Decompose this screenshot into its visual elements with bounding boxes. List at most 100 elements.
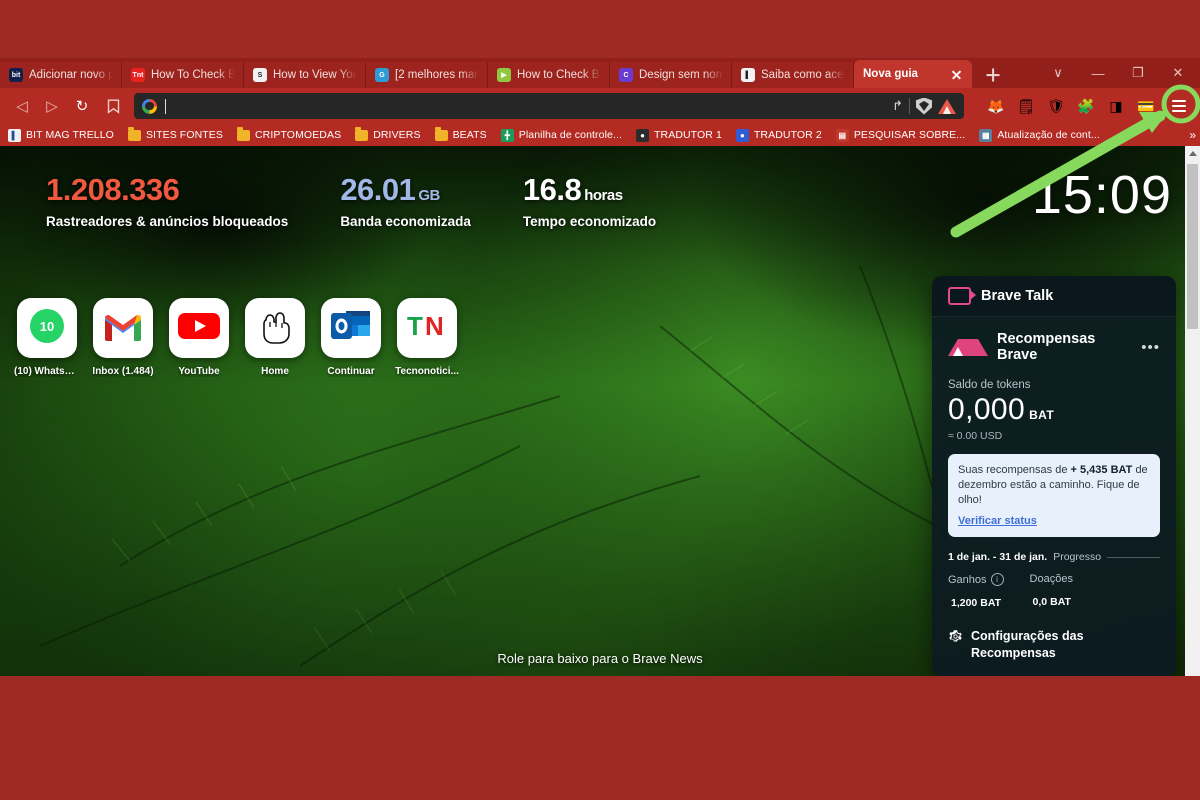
bookmark-label: BEATS [452,129,487,141]
folder-icon [127,127,141,141]
office-extension[interactable]: 🗒 [1016,96,1036,116]
tn-icon: TN [405,311,449,346]
folder-icon [355,127,369,141]
earnings-label: Ganhos [948,573,987,586]
window-controls: ∨ — ❐ ✕ [1038,58,1200,88]
sidebar-toggle[interactable]: ◨ [1106,96,1126,116]
earnings-value: 1,200 [951,597,978,610]
brave-talk-row[interactable]: Brave Talk [932,276,1176,317]
rewards-title: Recompensas Brave [997,331,1096,363]
bookmark-item[interactable]: DRIVERS [355,127,420,141]
bookmark-glyph [107,99,119,114]
shortcut-tile[interactable]: T N Tecnonotici... [395,298,459,377]
close-window-button[interactable]: ✕ [1158,58,1198,88]
menu-line [1172,110,1186,112]
omnibox-actions: ↱ [892,97,956,115]
address-bar[interactable]: ↱ [134,93,964,119]
stat-label: Tempo economizado [522,214,657,229]
tab[interactable]: ▌ Saiba como acessa [732,62,854,88]
bookmark-item[interactable]: ● TRADUTOR 1 [636,128,722,142]
balance-value: 0,000 [948,393,1026,426]
shield-extension[interactable]: 🛡 [1046,96,1066,116]
back-icon[interactable]: ◁ [8,92,36,120]
tab[interactable]: bit Adicionar novo po [0,62,122,88]
new-tab-button[interactable] [980,62,1006,88]
wallet-extension[interactable]: 💳 [1136,96,1156,116]
maximize-button[interactable]: ❐ [1118,58,1158,88]
tab-title: Nova guia [863,68,918,80]
stat-number-row: 1.208.336 [46,174,288,205]
stat-unit: horas [584,187,623,204]
tab[interactable]: S How to View Your [244,62,366,88]
earnings-cell: Ganhos i 1,200 BAT [948,573,1004,612]
bookmark-item[interactable]: CRIPTOMOEDAS [237,127,341,141]
reload-icon[interactable]: ↻ [68,92,96,120]
brave-shields-icon[interactable] [916,97,932,115]
shortcut-tile[interactable]: Home [244,298,306,377]
brave-rewards-icon[interactable] [938,98,956,114]
bookmark-label: BIT MAG TRELLO [26,129,114,141]
scrollbar-thumb[interactable] [1187,164,1198,329]
verify-status-link[interactable]: Verificar status [958,514,1150,529]
progress-range: 1 de jan. - 31 de jan. [948,551,1048,564]
more-options-icon[interactable]: ••• [1141,340,1160,355]
bookmark-label: PESQUISAR SOBRE... [853,129,966,141]
bookmark-item[interactable]: ▤ PESQUISAR SOBRE... [835,128,966,142]
tab-active[interactable]: Nova guia [854,60,972,88]
tab[interactable]: G [2 melhores mane [366,62,488,88]
shortcut-label: YouTube [178,366,220,377]
tab[interactable]: ▶ How to Check Bro [488,62,610,88]
menu-button[interactable] [1166,93,1192,119]
bookmark-item[interactable]: SITES FONTES [127,127,223,141]
info-icon[interactable]: i [990,573,1004,587]
tab[interactable]: C Design sem nome [610,62,732,88]
tab-close-icon[interactable] [949,67,964,82]
shortcut-label: Tecnonotici... [395,366,459,377]
tab-favicon: ▶ [497,68,511,82]
stat-block: 1.208.336 Rastreadores & anúncios bloquea… [46,174,288,229]
bookmark-item[interactable]: ╋ Planilha de controle... [500,128,622,142]
forward-icon[interactable]: ▷ [38,92,66,120]
bookmark-label: Atualização de cont... [997,129,1100,141]
shortcut-icon-tile [169,298,229,358]
fist-icon [257,306,293,351]
donations-value-row: 0,0 BAT [1030,589,1073,611]
stat-value: 1.208.336 [46,172,180,207]
balance-label: Saldo de tokens [948,379,1031,391]
shortcut-tile[interactable]: 10 (10) WhatsA... [14,298,80,377]
shortcut-tile[interactable]: Continuar [320,298,382,377]
shortcut-tile[interactable]: Inbox (1.484) [92,298,154,377]
rewards-settings-row[interactable]: Configurações das Recompensas [948,628,1160,661]
screenshot-root: bit Adicionar novo po Tnt How To Check Bro S… [0,0,1200,800]
bookmark-item[interactable]: BEATS [434,127,487,141]
bookmark-item[interactable]: ● TRADUTOR 2 [735,128,822,142]
bookmark-item[interactable]: ▌ BIT MAG TRELLO [8,128,114,142]
puzzle-extensions[interactable]: 🧩 [1076,96,1096,116]
tab-search-button[interactable]: ∨ [1038,58,1078,88]
tab-title: How to View Your [273,69,357,81]
tab-title: Adicionar novo po [29,69,113,81]
stat-block: 16.8 horas Tempo economizado [523,174,656,229]
stat-unit: GB [418,187,440,204]
bookmark-star-icon[interactable] [98,99,128,114]
balance-amount: 0,000 BAT [948,393,1160,427]
scroll-up-button[interactable] [1185,146,1200,161]
earnings-unit: BAT [980,597,1002,610]
page-scrollbar[interactable] [1185,146,1200,676]
tab[interactable]: Tnt How To Check Bro [122,62,244,88]
bookmarks-overflow-icon[interactable]: » [1189,128,1196,142]
minimize-button[interactable]: — [1078,58,1118,88]
chevron-up-icon [1188,151,1197,156]
bookmark-item[interactable]: ▦ Atualização de cont... [979,128,1100,142]
fox-extension[interactable]: 🦊 [986,96,1006,116]
trello-icon: ▌ [8,128,21,142]
shortcut-tile[interactable]: YouTube [168,298,230,377]
shortcut-icon-tile: 10 [17,298,77,358]
tab-favicon: G [375,68,389,82]
extensions-tray: 🦊 🗒 🛡 🧩 ◨ 💳 [986,96,1156,116]
share-icon[interactable]: ↱ [892,98,903,114]
tab-favicon: C [619,68,633,82]
bookmark-label: TRADUTOR 1 [654,129,722,141]
youtube-icon [177,310,221,347]
rewards-settings-label: Configurações das Recompensas [971,629,1084,660]
